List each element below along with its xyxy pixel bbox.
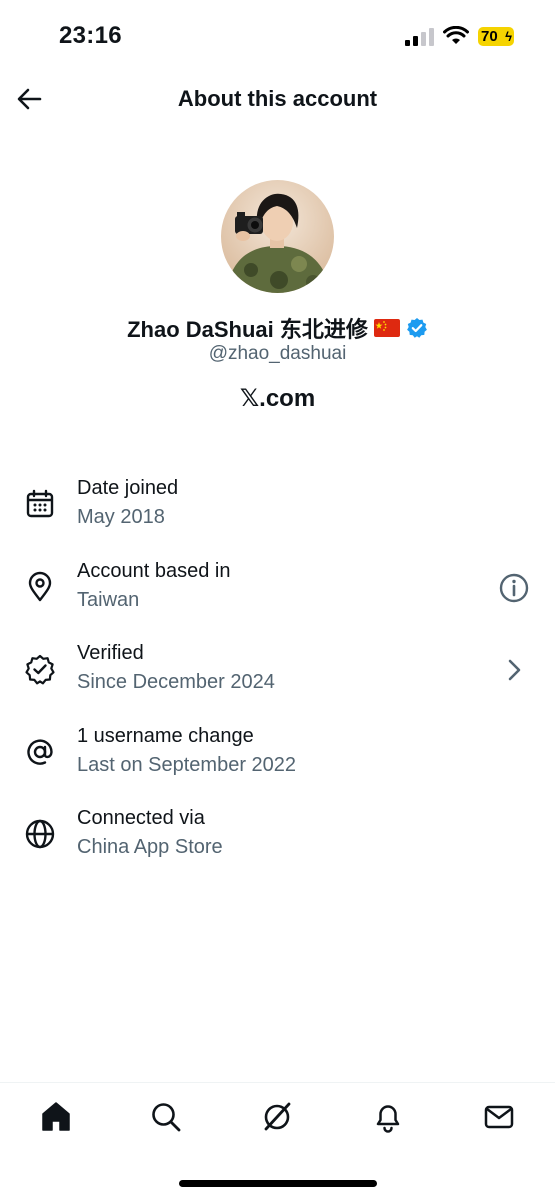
info-label: Verified bbox=[77, 642, 144, 664]
info-label: Account based in bbox=[77, 559, 231, 582]
info-value: Taiwan bbox=[77, 588, 140, 611]
info-label: Connected via bbox=[77, 807, 205, 829]
chevron-right-icon bbox=[508, 659, 521, 681]
home-icon bbox=[42, 1102, 70, 1131]
profile-avatar[interactable] bbox=[221, 180, 334, 293]
avatar-photo bbox=[221, 180, 334, 293]
info-label: Date joined bbox=[77, 477, 179, 499]
china-flag-icon bbox=[373, 319, 400, 337]
location-pin-icon bbox=[28, 571, 52, 601]
info-value: Last on September 2022 bbox=[77, 753, 297, 776]
notifications-icon bbox=[376, 1105, 400, 1133]
battery-level: 70 bbox=[481, 28, 498, 45]
header: About this account bbox=[0, 70, 555, 128]
nav-search[interactable] bbox=[148, 1099, 184, 1135]
wifi-icon bbox=[443, 26, 469, 44]
info-value: Since December 2024 bbox=[77, 671, 275, 693]
calendar-icon bbox=[26, 489, 54, 518]
status-time: 23:16 bbox=[59, 22, 122, 49]
search-icon bbox=[152, 1103, 181, 1132]
globe-icon bbox=[25, 819, 55, 849]
location-info-button[interactable] bbox=[497, 571, 531, 605]
nav-messages[interactable] bbox=[481, 1099, 517, 1135]
info-value: China App Store bbox=[77, 836, 223, 858]
info-row-username-changes: 1 username change Last on September 2022 bbox=[0, 720, 555, 803]
info-value: May 2018 bbox=[77, 506, 165, 528]
battery-indicator: 70 ϟ bbox=[478, 27, 514, 46]
username-handle: @zhao_dashuai bbox=[208, 343, 347, 364]
display-name: Zhao DaShuai 东北进修 bbox=[127, 317, 368, 342]
grok-icon bbox=[264, 1102, 291, 1131]
charging-bolt-icon: ϟ bbox=[505, 29, 512, 44]
nav-home[interactable] bbox=[38, 1099, 74, 1135]
nav-grok[interactable] bbox=[259, 1099, 295, 1135]
home-indicator bbox=[179, 1180, 377, 1187]
info-row-verified[interactable]: Verified Since December 2024 bbox=[0, 637, 555, 720]
info-row-connected-via: Connected via China App Store bbox=[0, 802, 555, 885]
info-row-date-joined: Date joined May 2018 bbox=[0, 472, 555, 555]
info-label: 1 username change bbox=[77, 724, 254, 747]
account-info-list: Date joined May 2018 Account based in Ta… bbox=[0, 472, 555, 885]
info-icon bbox=[499, 573, 529, 602]
info-row-account-based-in: Account based in Taiwan bbox=[0, 555, 555, 638]
messages-icon bbox=[484, 1105, 514, 1129]
verified-details-button[interactable] bbox=[497, 653, 531, 687]
display-name-row: Zhao DaShuai 东北进修 bbox=[0, 312, 555, 344]
verified-badge-outline-icon bbox=[25, 654, 55, 685]
verified-badge-icon[interactable] bbox=[406, 317, 428, 339]
nav-notifications[interactable] bbox=[370, 1099, 406, 1135]
cellular-signal-icon bbox=[405, 28, 434, 46]
at-sign-icon bbox=[27, 738, 53, 765]
status-bar: 23:16 70 ϟ bbox=[0, 0, 555, 70]
page-title: About this account bbox=[177, 86, 378, 111]
source-site: 𝕏.com bbox=[239, 385, 316, 412]
